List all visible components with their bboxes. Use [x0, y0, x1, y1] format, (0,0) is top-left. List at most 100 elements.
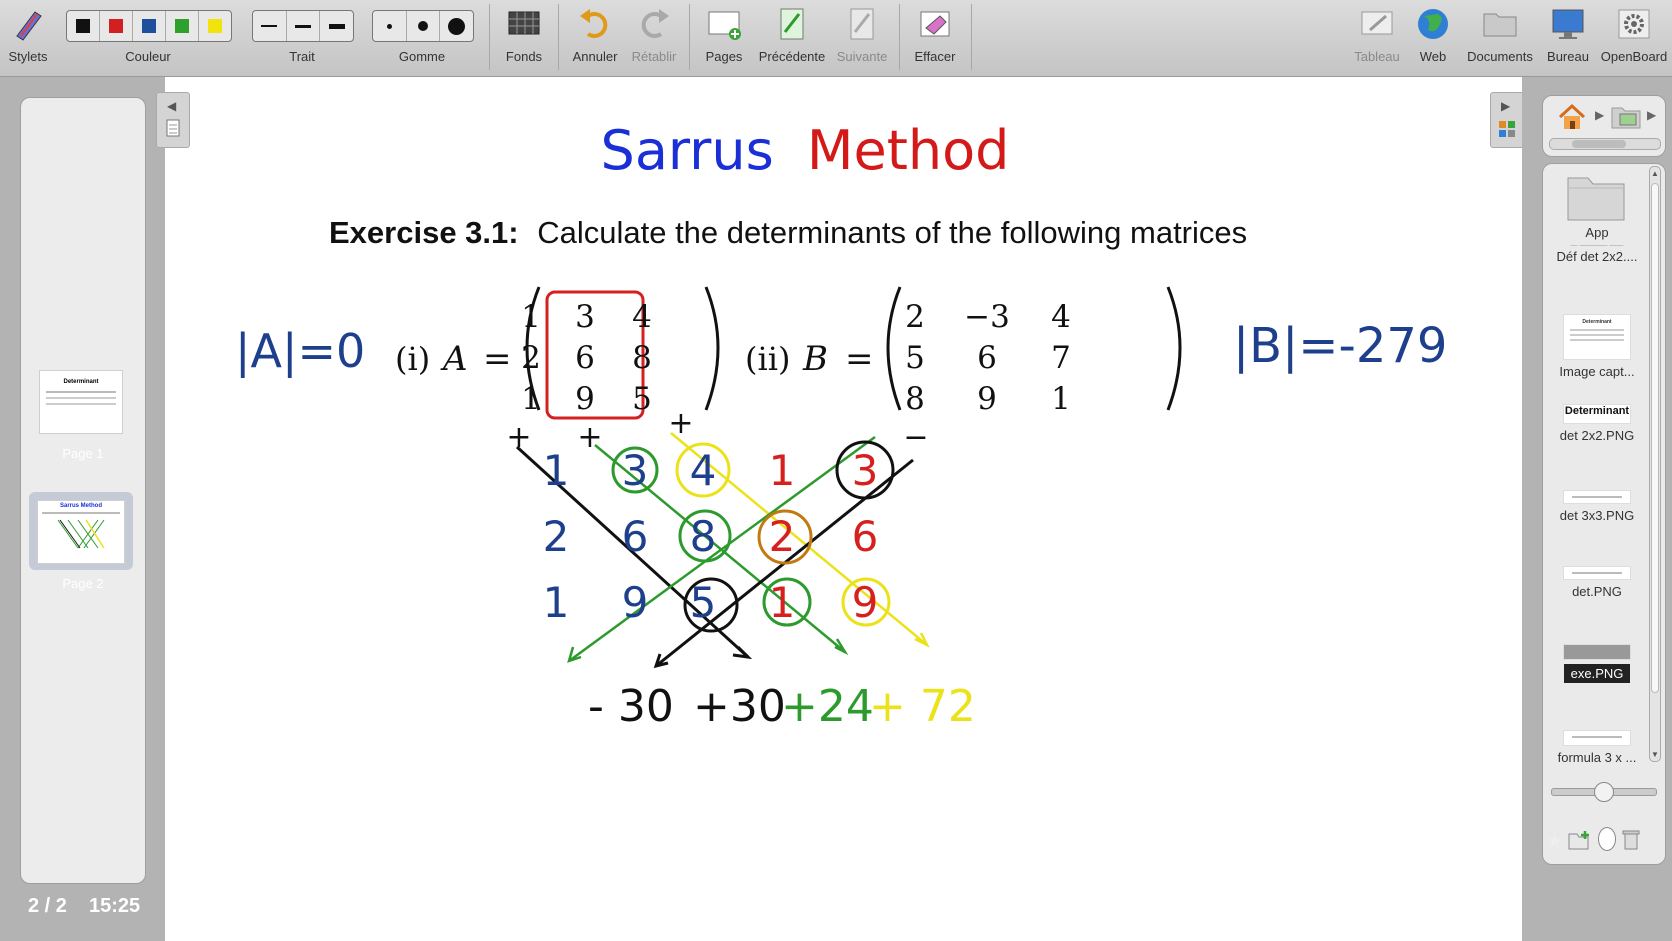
exercise-text: Calculate the determinants of the follow… — [537, 215, 1247, 250]
matrix-b-cell: 1 — [1051, 381, 1071, 417]
new-folder-icon[interactable] — [1568, 829, 1592, 851]
matrix-b-cell: 2 — [905, 299, 925, 335]
whiteboard[interactable]: Sarrus Method Exercise 3.1: Calculate th… — [165, 77, 1522, 941]
matrix-a-equals: = — [483, 339, 512, 379]
trash-icon[interactable] — [1622, 829, 1640, 851]
library-item-formula[interactable]: formula 3 x ... — [1547, 730, 1647, 765]
library-item-det[interactable]: det.PNG — [1547, 566, 1647, 599]
library-item-exe[interactable]: exe.PNG — [1547, 644, 1647, 683]
matrix-b-cell: 4 — [1051, 299, 1071, 335]
title-method: Method — [807, 119, 1010, 182]
matrix-a: (i) A = 1 3 42 6 81 9 5 — [395, 286, 720, 420]
pages-panel: Determinant Page 1 Sarrus Method Page 2 … — [0, 77, 165, 941]
page-thumbnail-1[interactable]: Determinant — [39, 370, 123, 434]
main-toolbar: Stylets Couleur Trait Gomme Fonds Annule… — [0, 0, 1672, 77]
library-item-app[interactable]: App — ———— —— Déf det 2x2.... — [1547, 170, 1647, 264]
bureau-button[interactable]: Bureau — [1540, 0, 1596, 76]
annuler-button[interactable]: Annuler — [564, 0, 626, 76]
library-item-caption: Determinant — [1563, 404, 1631, 424]
previous-page-icon — [780, 8, 804, 40]
sarrus-term: - 30 — [588, 681, 674, 732]
retablir-button[interactable]: Rétablir — [626, 0, 682, 76]
globe-icon — [1418, 9, 1448, 39]
matrix-a-cell: 4 — [632, 299, 652, 335]
precedente-button[interactable]: Précédente — [756, 0, 828, 76]
library-item-det-2x2[interactable]: Determinant det 2x2.PNG — [1547, 404, 1647, 443]
favorite-star-icon[interactable]: ★ — [1546, 829, 1564, 854]
page-counter: 2 / 2 — [28, 895, 67, 917]
bureau-label: Bureau — [1547, 49, 1589, 64]
slider-knob[interactable] — [1594, 782, 1614, 802]
matrix-b: (ii) B = 2 −3 4 5 6 7 8 9 1 — [745, 286, 1182, 417]
annuler-label: Annuler — [572, 49, 618, 64]
highlight-box — [545, 290, 645, 420]
library-icon — [1499, 121, 1515, 137]
sarrus-cell: 6 — [852, 512, 879, 561]
sarrus-cell: 5 — [690, 578, 717, 627]
slide-title: Sarrus Method — [601, 119, 1010, 182]
couleur-group: Couleur — [66, 0, 230, 76]
sarrus-cell: 1 — [543, 578, 570, 627]
right-panel-handle[interactable]: ▶ — [1490, 92, 1524, 148]
folder-icon — [1483, 13, 1517, 37]
sarrus-diagram: + + + − 1 3 4 1 32 6 8 2 61 9 5 1 9 — [506, 406, 930, 669]
scroll-up-icon[interactable]: ▲ — [1651, 169, 1659, 178]
image-thumbnail — [1563, 644, 1631, 660]
fonds-button[interactable]: Fonds — [494, 0, 554, 76]
web-button[interactable]: Web — [1408, 0, 1458, 76]
sarrus-cell: 2 — [543, 512, 570, 561]
documents-label: Documents — [1467, 49, 1533, 64]
shape-icon[interactable] — [1598, 827, 1616, 851]
tableau-button[interactable]: Tableau — [1346, 0, 1408, 76]
page-thumbnail-2[interactable]: Sarrus Method — [37, 500, 125, 564]
openboard-button[interactable]: OpenBoard — [1598, 0, 1670, 76]
collapse-right-icon: ▶ — [1501, 99, 1511, 113]
sarrus-terms: - 30 +30+24+ 72 — [588, 681, 976, 732]
matrix-b-label: (ii) — [745, 340, 790, 378]
library-item-image-capture[interactable]: Determinant Image capt... — [1547, 314, 1647, 379]
redo-icon — [641, 9, 669, 38]
det-b-result: |B|=-279 — [1233, 318, 1447, 374]
library-item-name: det.PNG — [1572, 584, 1622, 599]
matrix-a-cell: 5 — [632, 381, 652, 417]
matrix-b-equals: = — [845, 339, 874, 379]
pages-list-icon — [166, 119, 180, 137]
sarrus-cell: 3 — [852, 446, 879, 495]
page-2-label: Page 2 — [62, 576, 104, 591]
pages-label: Pages — [705, 49, 743, 64]
exercise-label: Exercise 3.1: — [329, 215, 519, 250]
stylets-button[interactable]: Stylets — [0, 0, 56, 76]
left-panel-handle[interactable]: ◀ — [156, 92, 190, 148]
effacer-button[interactable]: Effacer — [904, 0, 966, 76]
add-page-icon — [708, 11, 741, 40]
home-icon[interactable] — [1557, 102, 1587, 132]
thumbnail-size-slider[interactable] — [1551, 782, 1657, 802]
clock: 15:25 — [89, 895, 141, 917]
matrix-a-cell: 3 — [575, 299, 595, 335]
nav-scrollbar[interactable] — [1549, 138, 1661, 150]
retablir-label: Rétablir — [631, 49, 677, 64]
clear-board-icon — [920, 11, 950, 37]
library-item-name: det 3x3.PNG — [1559, 508, 1635, 523]
suivante-button[interactable]: Suivante — [830, 0, 894, 76]
background-grid-icon — [508, 11, 540, 35]
openboard-label: OpenBoard — [1600, 49, 1668, 64]
gomme-group: Gomme — [372, 0, 472, 76]
library-panel: ▶ ▶ App — ———— —— Déf det 2x2.... Determ… — [1522, 77, 1672, 941]
pages-button[interactable]: Pages — [694, 0, 754, 76]
documents-button[interactable]: Documents — [1462, 0, 1538, 76]
library-item-name: formula 3 x ... — [1557, 750, 1637, 765]
library-scrollbar[interactable]: ▲ ▼ — [1649, 166, 1661, 762]
sarrus-sign: + — [668, 406, 693, 441]
scroll-down-icon[interactable]: ▼ — [1651, 750, 1659, 759]
pictures-folder-icon[interactable] — [1611, 104, 1641, 130]
web-label: Web — [1419, 49, 1447, 64]
thumb1-title: Determinant — [63, 379, 99, 385]
precedente-label: Précédente — [758, 49, 826, 64]
library-item-det-3x3[interactable]: det 3x3.PNG — [1547, 490, 1647, 523]
sarrus-cell: 9 — [622, 578, 649, 627]
folder-icon — [1567, 177, 1625, 221]
matrix-a-label: (i) — [395, 340, 430, 378]
page-thumbnails: Determinant Page 1 Sarrus Method Page 2 — [20, 97, 146, 884]
matrix-a-cell: 8 — [632, 340, 652, 376]
